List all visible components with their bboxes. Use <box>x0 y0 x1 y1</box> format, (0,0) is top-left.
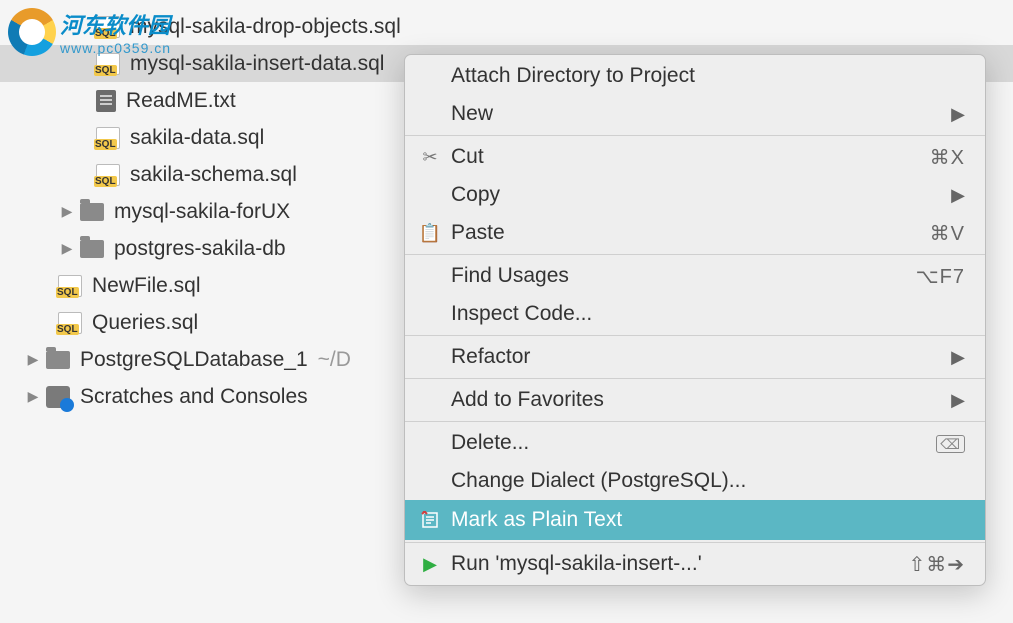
menu-item-run[interactable]: ▶ Run 'mysql-sakila-insert-...' ⇧⌘➔ <box>405 545 985 583</box>
menu-item-new[interactable]: New ▶ <box>405 95 985 133</box>
menu-label: Paste <box>445 221 930 245</box>
menu-shortcut: ⌥F7 <box>916 264 965 289</box>
menu-label: New <box>445 102 951 126</box>
tree-label: PostgreSQLDatabase_1 <box>80 348 308 372</box>
menu-shortcut: ⌘X <box>930 145 965 170</box>
menu-item-attach-directory[interactable]: Attach Directory to Project <box>405 57 985 95</box>
delete-key-icon: ⌫ <box>936 432 965 455</box>
menu-item-copy[interactable]: Copy ▶ <box>405 176 985 214</box>
menu-label: Add to Favorites <box>445 388 951 412</box>
menu-label: Cut <box>445 145 930 169</box>
tree-label: postgres-sakila-db <box>114 237 286 261</box>
menu-divider <box>405 542 985 543</box>
menu-item-find-usages[interactable]: Find Usages ⌥F7 <box>405 257 985 295</box>
menu-item-inspect-code[interactable]: Inspect Code... <box>405 295 985 333</box>
menu-label: Refactor <box>445 345 951 369</box>
scratches-icon <box>46 386 70 408</box>
text-file-icon <box>96 90 116 112</box>
menu-divider <box>405 135 985 136</box>
expand-arrow-icon[interactable]: ▶ <box>58 240 76 257</box>
folder-icon <box>80 203 104 221</box>
chevron-right-icon: ▶ <box>951 390 965 411</box>
menu-label: Find Usages <box>445 264 916 288</box>
watermark-url: www.pc0359.cn <box>60 40 171 56</box>
menu-label: Inspect Code... <box>445 302 965 326</box>
tree-label: Scratches and Consoles <box>80 385 308 409</box>
tree-label: sakila-data.sql <box>130 126 264 150</box>
folder-icon <box>46 351 70 369</box>
watermark-text: 河东软件园 www.pc0359.cn <box>60 8 171 56</box>
sql-file-icon <box>96 164 120 186</box>
menu-item-paste[interactable]: 📋 Paste ⌘V <box>405 214 985 252</box>
menu-label: Mark as Plain Text <box>445 508 965 532</box>
menu-divider <box>405 378 985 379</box>
folder-icon <box>80 240 104 258</box>
sql-file-icon <box>58 312 82 334</box>
menu-item-add-favorites[interactable]: Add to Favorites ▶ <box>405 381 985 419</box>
menu-item-cut[interactable]: ✂ Cut ⌘X <box>405 138 985 176</box>
watermark-circle-icon <box>8 8 56 56</box>
menu-shortcut: ⌘V <box>930 221 965 246</box>
sql-file-icon <box>96 127 120 149</box>
expand-arrow-icon[interactable]: ▶ <box>58 203 76 220</box>
menu-divider <box>405 335 985 336</box>
chevron-right-icon: ▶ <box>951 185 965 206</box>
menu-label: Run 'mysql-sakila-insert-...' <box>445 552 908 576</box>
watermark-logo-banner: 河东软件园 www.pc0359.cn <box>8 8 171 56</box>
scissors-icon: ✂ <box>415 147 445 168</box>
menu-divider <box>405 254 985 255</box>
menu-item-refactor[interactable]: Refactor ▶ <box>405 338 985 376</box>
menu-shortcut: ⇧⌘➔ <box>908 552 965 577</box>
clipboard-icon: 📋 <box>415 223 445 244</box>
menu-item-mark-plain-text[interactable]: Mark as Plain Text <box>405 500 985 540</box>
expand-arrow-icon[interactable]: ▶ <box>24 388 42 405</box>
chevron-right-icon: ▶ <box>951 104 965 125</box>
tree-label: NewFile.sql <box>92 274 201 298</box>
menu-label: Delete... <box>445 431 936 455</box>
tree-label: sakila-schema.sql <box>130 163 297 187</box>
expand-arrow-icon[interactable]: ▶ <box>24 351 42 368</box>
watermark-cn: 河东软件园 <box>60 8 171 40</box>
run-icon: ▶ <box>415 554 445 575</box>
menu-label: Attach Directory to Project <box>445 64 965 88</box>
sql-file-icon <box>58 275 82 297</box>
menu-label: Change Dialect (PostgreSQL)... <box>445 469 965 493</box>
menu-item-delete[interactable]: Delete... ⌫ <box>405 424 985 462</box>
menu-divider <box>405 421 985 422</box>
menu-label: Copy <box>445 183 951 207</box>
tree-label: ReadME.txt <box>126 89 236 113</box>
tree-label: Queries.sql <box>92 311 198 335</box>
chevron-right-icon: ▶ <box>951 347 965 368</box>
tree-label: mysql-sakila-forUX <box>114 200 290 224</box>
tree-path-hint: ~/D <box>318 348 351 372</box>
plain-text-icon <box>415 511 445 529</box>
context-menu[interactable]: Attach Directory to Project New ▶ ✂ Cut … <box>404 54 986 586</box>
menu-item-change-dialect[interactable]: Change Dialect (PostgreSQL)... <box>405 462 985 500</box>
